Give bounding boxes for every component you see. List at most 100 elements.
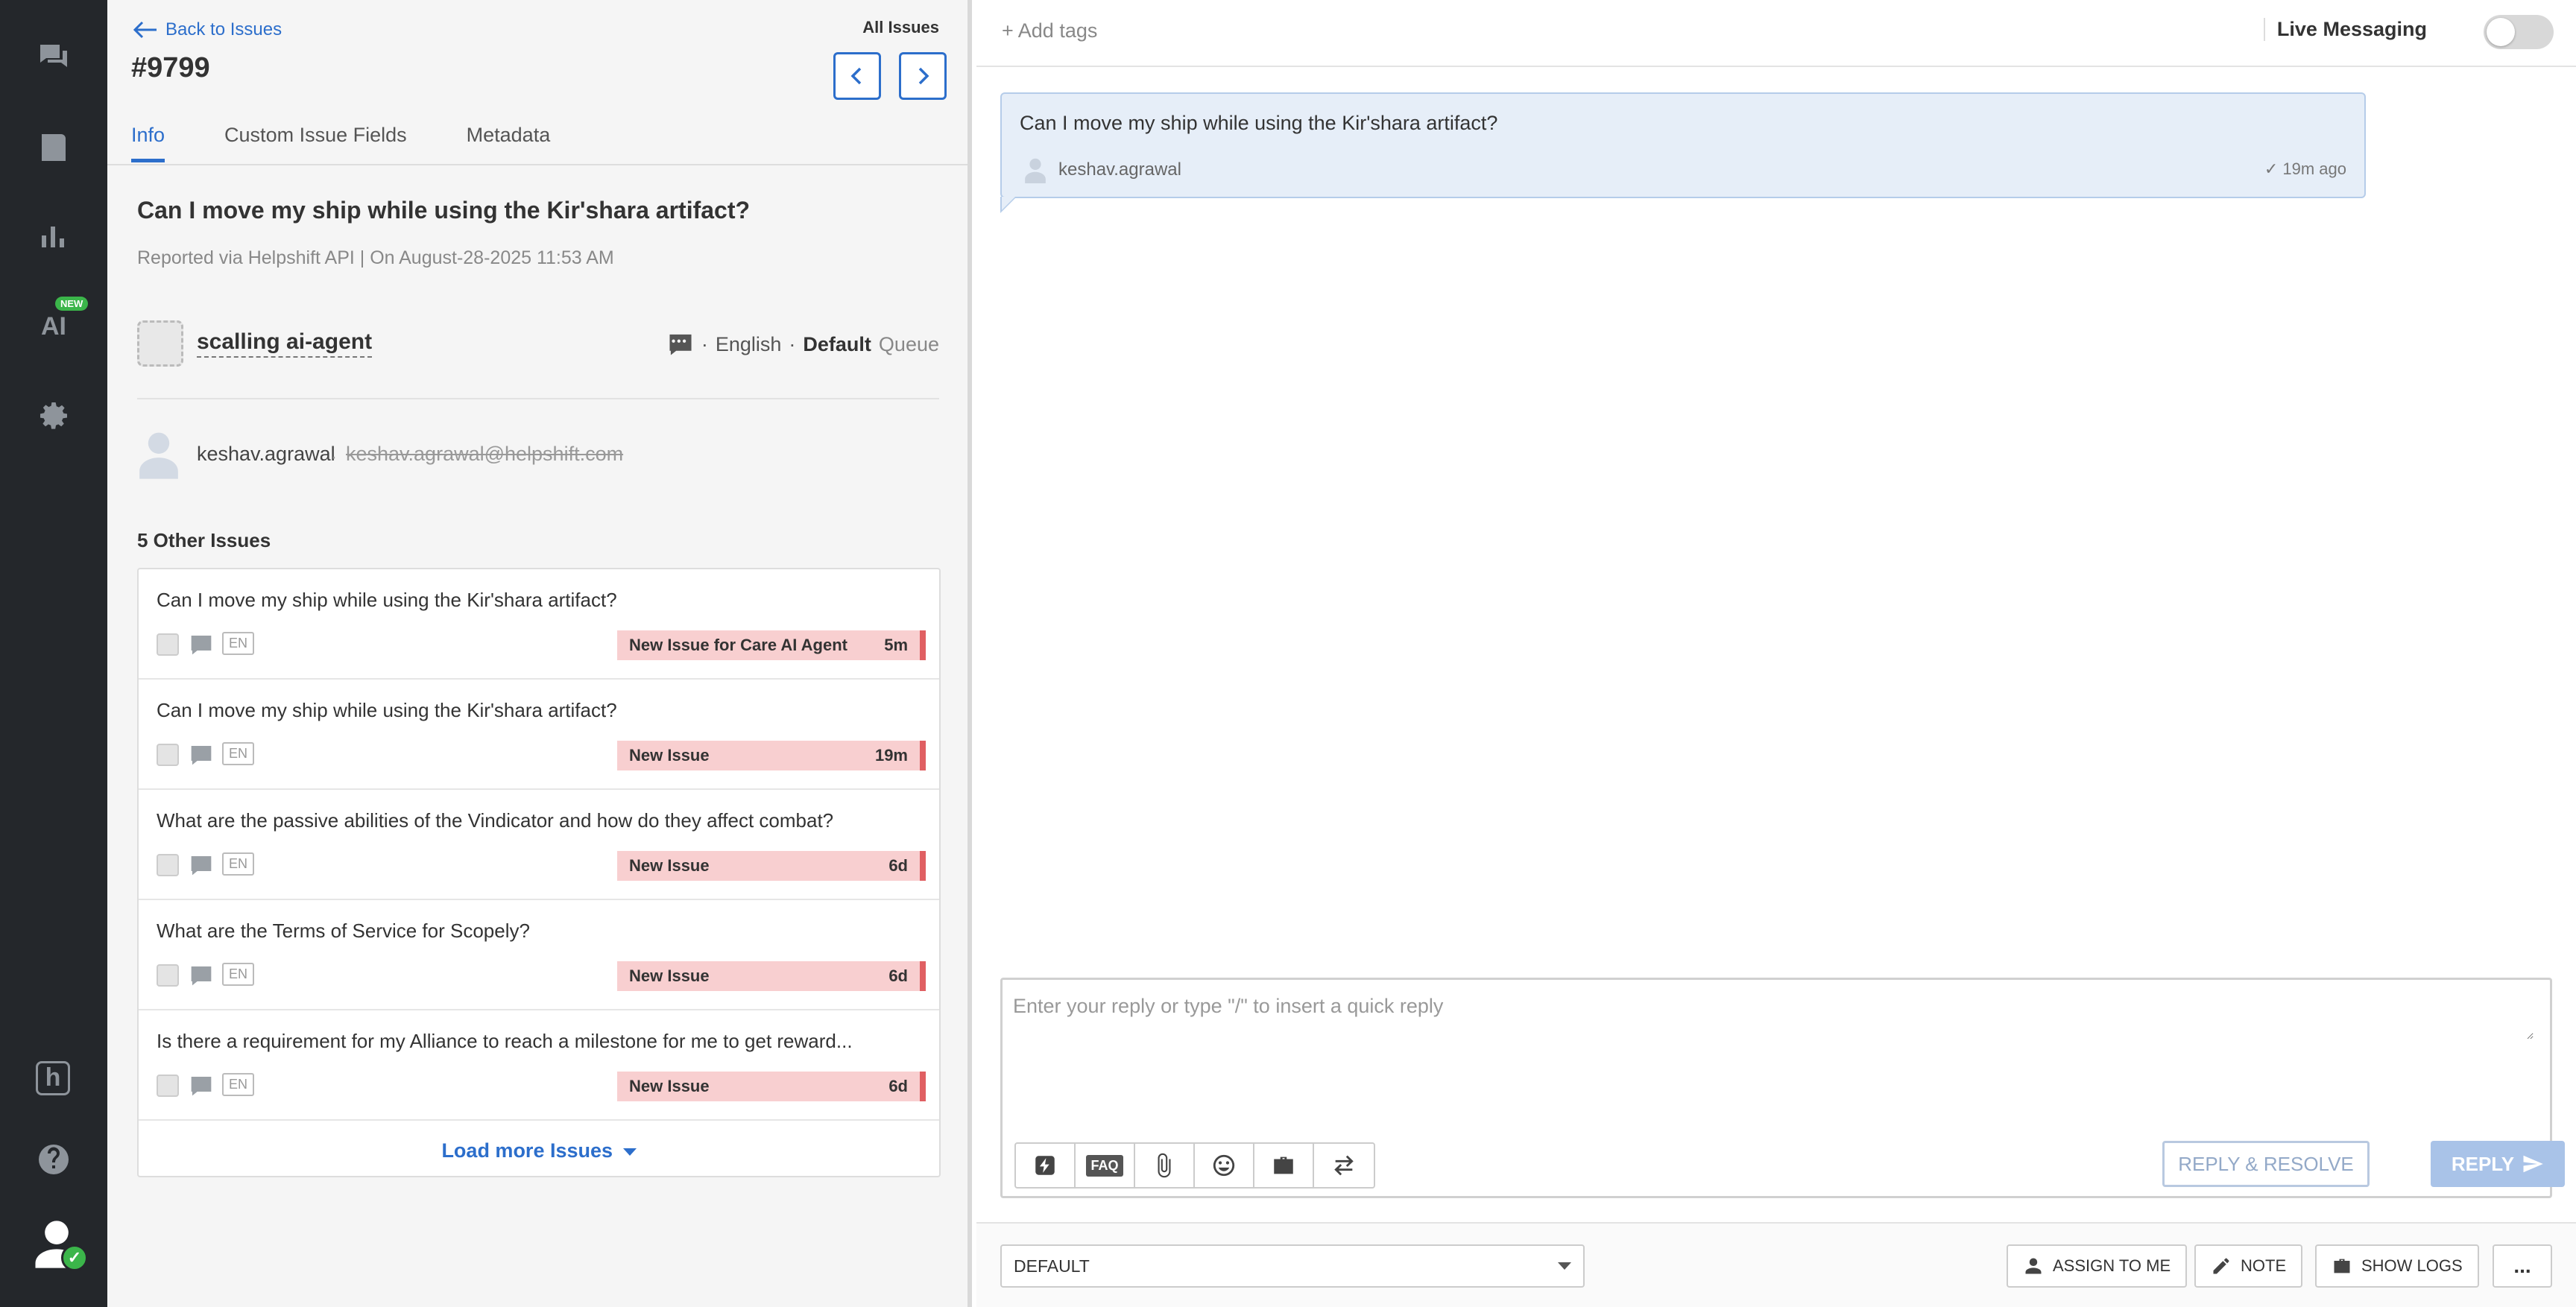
person-icon <box>2025 1258 2042 1274</box>
user-avatar-icon <box>136 428 182 480</box>
help-icon[interactable] <box>31 1137 76 1182</box>
reply-button[interactable]: REPLY <box>2431 1141 2565 1187</box>
briefcase-button[interactable] <box>1254 1144 1314 1187</box>
issue-reported-info: Reported via Helpshift API | On August-2… <box>137 247 614 268</box>
user-avatar-icon <box>1023 156 1048 183</box>
other-issues-list: Can I move my ship while using the Kir's… <box>137 568 941 1177</box>
list-item[interactable]: Can I move my ship while using the Kir's… <box>139 680 939 790</box>
analytics-icon[interactable] <box>31 213 76 258</box>
attachment-button[interactable] <box>1135 1144 1195 1187</box>
tab-info[interactable]: Info <box>131 124 165 162</box>
add-tags-button[interactable]: + Add tags <box>1002 19 1097 42</box>
message-time: ✓ 19m ago <box>2264 159 2346 178</box>
list-item[interactable]: What are the passive abilities of the Vi… <box>139 790 939 900</box>
app-name-link[interactable]: scalling ai-agent <box>197 329 373 358</box>
other-issues-title: 5 Other Issues <box>137 529 271 551</box>
chat-icon <box>189 744 213 766</box>
queue-label: Queue <box>878 332 939 355</box>
checkbox[interactable] <box>157 744 179 766</box>
reply-and-resolve-button[interactable]: REPLY & RESOLVE <box>2162 1141 2370 1187</box>
agent-avatar[interactable]: ✓ <box>28 1216 88 1273</box>
previous-issue-button[interactable] <box>833 52 881 100</box>
all-issues-label: All Issues <box>862 18 939 37</box>
show-logs-button[interactable]: SHOW LOGS <box>2315 1244 2479 1288</box>
user-name: keshav.agrawal <box>197 443 335 465</box>
action-bar: DEFAULT ASSIGN TO ME NOTE SHOW LOGS ... <box>976 1222 2576 1307</box>
briefcase-icon <box>1274 1156 1293 1174</box>
status-badge: New Issue for Care AI Agent 5m <box>617 630 926 660</box>
back-to-issues-link[interactable]: Back to Issues <box>133 19 282 40</box>
quick-reply-button[interactable] <box>1016 1144 1076 1187</box>
new-badge: NEW <box>55 297 89 311</box>
chat-icon <box>189 1075 213 1097</box>
emoji-button[interactable] <box>1195 1144 1254 1187</box>
send-icon <box>2523 1155 2543 1173</box>
reply-input[interactable] <box>1013 995 2534 1039</box>
status-badge: New Issue 6d <box>617 851 926 881</box>
queue-name: Default <box>803 332 871 355</box>
list-item[interactable]: Can I move my ship while using the Kir's… <box>139 569 939 680</box>
chat-icon <box>189 854 213 876</box>
tab-custom-issue-fields[interactable]: Custom Issue Fields <box>224 124 407 162</box>
tab-metadata[interactable]: Metadata <box>467 124 551 162</box>
reply-box: FAQ REPLY & RESOLVE REPLY <box>1000 978 2565 1198</box>
checkbox[interactable] <box>157 633 179 656</box>
lightning-icon <box>1035 1156 1055 1175</box>
status-badge: New Issue 6d <box>617 961 926 991</box>
transfer-button[interactable] <box>1314 1144 1374 1187</box>
list-item[interactable]: What are the Terms of Service for Scopel… <box>139 900 939 1010</box>
live-messaging-toggle[interactable] <box>2484 15 2554 49</box>
smiley-icon <box>1213 1154 1235 1177</box>
note-button[interactable]: NOTE <box>2194 1244 2303 1288</box>
settings-icon[interactable] <box>31 393 76 438</box>
briefcase-icon <box>2334 1259 2350 1273</box>
issue-subject: Can I move my ship while using the Kir's… <box>137 197 751 224</box>
user-email: keshav.agrawal@helpshift.com <box>346 443 624 465</box>
ai-icon[interactable]: AI <box>31 304 76 349</box>
faq-icon[interactable] <box>31 125 76 170</box>
paperclip-icon <box>1158 1153 1171 1178</box>
online-status-icon: ✓ <box>61 1244 88 1271</box>
reply-toolbar: FAQ <box>1014 1142 1375 1189</box>
language-badge: EN <box>222 1073 255 1096</box>
conversations-icon[interactable] <box>31 34 76 79</box>
arrow-left-icon <box>133 21 157 39</box>
load-more-issues-button[interactable]: Load more Issues <box>139 1139 939 1162</box>
assign-to-me-button[interactable]: ASSIGN TO ME <box>2007 1244 2188 1288</box>
checkbox[interactable] <box>157 1075 179 1097</box>
message-author: keshav.agrawal <box>1058 159 1181 180</box>
chat-icon <box>669 334 692 355</box>
swap-arrows-icon <box>1334 1155 1354 1176</box>
issue-language: English <box>715 332 782 355</box>
language-badge: EN <box>222 632 255 655</box>
status-badge: New Issue 6d <box>617 1072 926 1101</box>
divider <box>137 398 939 399</box>
caret-down-icon <box>1558 1262 1571 1270</box>
issue-info-panel: Back to Issues All Issues #9799 Info Cus… <box>107 0 972 1307</box>
pencil-icon <box>2213 1258 2229 1274</box>
chevron-left-icon <box>850 67 862 85</box>
chevron-right-icon <box>918 67 929 85</box>
app-icon <box>137 320 183 367</box>
issue-tabs: Info Custom Issue Fields Metadata <box>131 124 550 162</box>
message-bubble: Can I move my ship while using the Kir's… <box>1000 92 2366 213</box>
conversation-panel: + Add tags Live Messaging Can I move my … <box>976 0 2576 1307</box>
chat-icon <box>189 964 213 987</box>
next-issue-button[interactable] <box>899 52 947 100</box>
chat-icon <box>189 633 213 656</box>
language-badge: EN <box>222 852 255 876</box>
live-messaging-label: Live Messaging <box>2263 18 2427 41</box>
checkbox[interactable] <box>157 964 179 987</box>
checkbox[interactable] <box>157 854 179 876</box>
conversation-topbar: + Add tags Live Messaging <box>976 0 2576 67</box>
caret-down-icon <box>622 1148 637 1156</box>
helpshift-icon[interactable]: h <box>36 1061 70 1095</box>
queue-select[interactable]: DEFAULT <box>1000 1244 1585 1288</box>
language-badge: EN <box>222 963 255 986</box>
nav-rail: AI NEW h ✓ <box>0 0 107 1307</box>
tab-divider <box>107 164 967 165</box>
more-options-button[interactable]: ... <box>2493 1244 2552 1288</box>
list-item[interactable]: Is there a requirement for my Alliance t… <box>139 1010 939 1121</box>
issue-meta: · English · Default Queue <box>667 332 939 356</box>
faq-button[interactable]: FAQ <box>1076 1144 1135 1187</box>
